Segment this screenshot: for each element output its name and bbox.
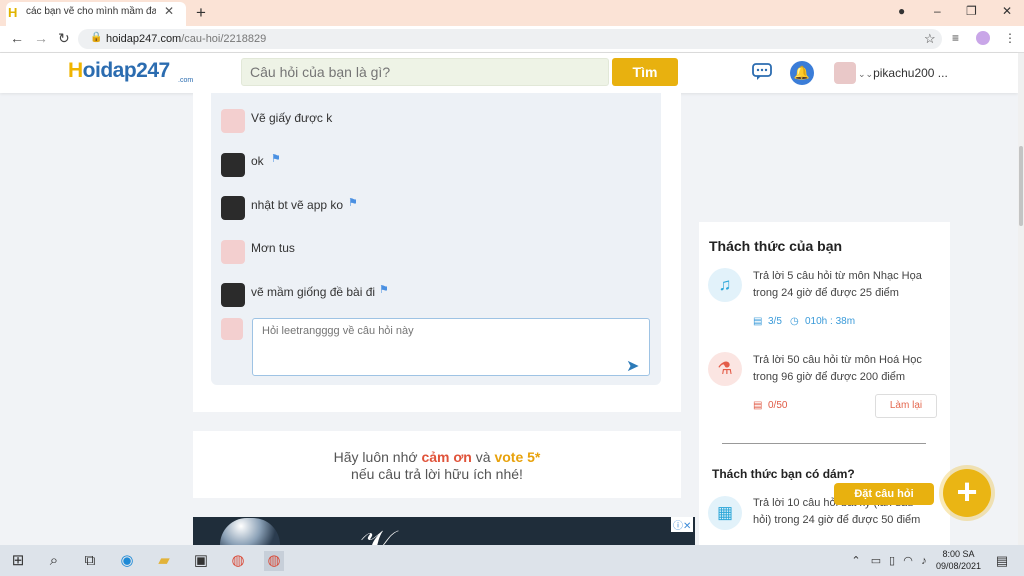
notifications-icon[interactable]: ▤ <box>992 551 1012 571</box>
bookmark-star-icon[interactable]: ☆ <box>924 31 936 47</box>
clock[interactable]: 8:00 SA 09/08/2021 <box>936 548 981 572</box>
reading-list-icon[interactable]: ≡ <box>952 31 959 45</box>
dare-title: Thách thức bạn có dám? <box>712 467 855 481</box>
reply-input[interactable] <box>252 318 650 376</box>
avatar[interactable] <box>221 283 245 307</box>
new-tab-icon[interactable]: + <box>196 3 206 23</box>
site-logo[interactable]: Hoidap247 <box>68 59 170 83</box>
file-explorer-icon[interactable]: ▰ <box>154 551 174 571</box>
edge-icon[interactable]: ◉ <box>117 551 137 571</box>
report-flag-icon[interactable]: ⚑ <box>348 196 358 209</box>
close-window-icon[interactable]: ✕ <box>1002 4 1012 18</box>
send-icon[interactable]: ➤ <box>626 356 639 376</box>
comment-text: vẽ mầm giống đề bài đi <box>251 285 376 299</box>
divider <box>722 443 926 444</box>
search-icon[interactable]: ⌕ <box>44 551 64 571</box>
clipboard-icon: ▤ <box>753 400 763 411</box>
chrome-active-icon[interactable]: ◍ <box>264 551 284 571</box>
page-scrollbar[interactable] <box>1018 53 1024 545</box>
report-flag-icon[interactable]: ⚑ <box>379 283 389 296</box>
logo-suffix: .com <box>178 77 194 84</box>
avatar[interactable] <box>221 153 245 177</box>
search-input[interactable] <box>241 58 609 86</box>
clipboard-icon: ▤ <box>753 316 763 327</box>
chemistry-icon: ⚗ <box>708 352 742 386</box>
challenge-text: Trả lời 5 câu hỏi từ môn Nhạc Họa trong … <box>753 270 922 299</box>
restore-icon[interactable]: ❐ <box>966 4 977 18</box>
back-icon[interactable]: ← <box>10 30 24 46</box>
comment-text: ok <box>251 154 264 168</box>
avatar[interactable] <box>221 109 245 133</box>
retry-button[interactable]: Làm lại <box>875 394 937 418</box>
more-menu-icon[interactable]: ⋮ <box>1004 31 1016 45</box>
avatar[interactable] <box>834 62 856 84</box>
thanks-message: Hãy luôn nhớ cảm ơn và vote 5* <box>333 449 541 465</box>
notification-bell-icon[interactable]: 🔔 <box>790 61 814 85</box>
clock-icon: ◷ <box>790 316 799 327</box>
tab-close-icon[interactable]: ✕ <box>164 4 174 18</box>
windows-start-icon[interactable]: ⊞ <box>8 551 28 571</box>
lock-icon[interactable]: 🔒 <box>90 32 102 43</box>
search-button[interactable]: Tìm <box>612 58 678 86</box>
grid-icon: ▦ <box>708 496 742 530</box>
volume-icon[interactable]: ♪ <box>914 551 934 571</box>
chrome-icon[interactable]: ◍ <box>228 551 248 571</box>
chevron-down-icon: ⌄⌄ <box>858 69 874 79</box>
thanks-message-line2: nếu câu trả lời hữu ích nhé! <box>351 466 523 482</box>
comment-text: Vẽ giấy được k <box>251 111 333 125</box>
ask-question-button[interactable]: + <box>943 469 991 517</box>
tab-title: các bạn vẽ cho mình mầm đang <box>26 6 156 17</box>
avatar <box>221 318 243 340</box>
challenge-progress: 3/5 <box>768 316 782 327</box>
avatar[interactable] <box>221 196 245 220</box>
chat-icon[interactable] <box>752 63 772 81</box>
comment-text: nhật bt vẽ app ko <box>251 198 344 212</box>
username[interactable]: ⌄⌄pikachu200 ... <box>858 66 948 80</box>
profile-menu-icon[interactable]: ● <box>898 4 905 18</box>
report-flag-icon[interactable]: ⚑ <box>271 152 281 165</box>
store-icon[interactable]: ▣ <box>191 551 211 571</box>
url-text[interactable]: hoidap247.com/cau-hoi/2218829 <box>106 33 266 45</box>
forward-icon[interactable]: → <box>34 30 48 46</box>
scrollbar-thumb[interactable] <box>1019 146 1023 226</box>
music-note-icon: ♫ <box>708 268 742 302</box>
site-favicon-icon: H <box>8 5 18 20</box>
challenge-progress: 0/50 <box>768 400 788 411</box>
tray-chevron-icon[interactable]: ⌃ <box>846 551 866 571</box>
profile-avatar-icon[interactable] <box>976 31 990 45</box>
ask-question-label[interactable]: Đặt câu hỏi <box>834 483 934 505</box>
challenge-timer: 010h : 38m <box>805 316 856 327</box>
challenges-title: Thách thức của bạn <box>709 238 843 254</box>
avatar[interactable] <box>221 240 245 264</box>
challenge-text: Trả lời 50 câu hỏi từ môn Hoá Học trong … <box>753 354 922 383</box>
reload-icon[interactable]: ↻ <box>58 30 70 47</box>
comment-text: Mơn tus <box>251 241 295 255</box>
task-view-icon[interactable]: ⧉ <box>80 551 100 571</box>
minimize-icon[interactable]: – <box>934 4 941 18</box>
ad-info-icon[interactable]: ⓘ✕ <box>671 517 694 532</box>
